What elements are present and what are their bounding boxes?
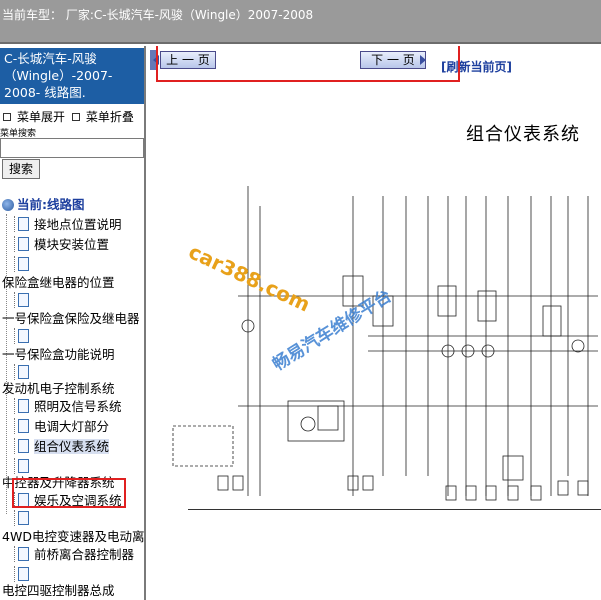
tree-item-label: 电调大灯部分 xyxy=(34,419,110,434)
tree-item-ground-points[interactable]: 接地点位置说明 xyxy=(14,216,122,234)
document-icon xyxy=(14,398,29,414)
tree-item-label: 前桥离合器控制器 xyxy=(34,547,135,562)
tree-item-label: 接地点位置说明 xyxy=(34,217,122,232)
tree-doc-spacer xyxy=(14,510,34,528)
tree-doc-spacer xyxy=(14,328,34,346)
model-title-box[interactable]: C-长城汽车-风骏（Wingle）-2007-2008- 线路图. xyxy=(0,48,144,104)
document-icon xyxy=(14,256,29,272)
tree-item-instrument-cluster[interactable]: 组合仪表系统 xyxy=(14,438,110,456)
document-icon xyxy=(14,566,29,582)
document-icon xyxy=(14,328,29,344)
tree-item-label: 一号保险盒保险及继电器 xyxy=(2,311,140,326)
document-icon xyxy=(14,236,29,252)
menu-expand-link[interactable]: 菜单展开 xyxy=(17,110,65,124)
tree-item-label-selected: 组合仪表系统 xyxy=(34,439,110,454)
current-model-title: 当前车型： 厂家:C-长城汽车-风骏（Wingle）2007-2008 xyxy=(2,8,314,22)
search-input[interactable] xyxy=(0,138,144,158)
tree-item-label: 电控四驱控制器总成 xyxy=(2,583,115,598)
tree-guide-line xyxy=(6,214,7,514)
menu-collapse-link[interactable]: 菜单折叠 xyxy=(86,110,134,124)
tree-item-label: 模块安装位置 xyxy=(34,237,110,252)
menu-toggle-line: 菜单展开 菜单折叠 xyxy=(0,108,144,126)
document-icon xyxy=(14,364,29,380)
nav-highlight-frame xyxy=(156,46,460,82)
tree-item-front-axle-clutch[interactable]: 前桥离合器控制器 xyxy=(14,546,134,564)
tree-current-label: 当前:线路图 xyxy=(17,197,85,212)
tree-item-label: 发动机电子控制系统 xyxy=(2,381,115,396)
document-icon xyxy=(14,216,29,232)
document-icon xyxy=(14,438,29,454)
page-title: 组合仪表系统 xyxy=(466,124,580,145)
tree-item-fuse-box-1[interactable]: 一号保险盒保险及继电器 xyxy=(2,310,140,328)
search-button[interactable]: 搜索 xyxy=(2,159,40,179)
document-icon xyxy=(14,510,29,526)
tree-item-module-positions[interactable]: 模块安装位置 xyxy=(14,236,109,254)
tree-item-4wd-controller[interactable]: 电控四驱控制器总成 xyxy=(2,582,115,600)
tree-item-headlamp-adjust[interactable]: 电调大灯部分 xyxy=(14,418,109,436)
tree-item-label: 照明及信号系统 xyxy=(34,399,122,414)
selected-item-highlight xyxy=(12,478,126,508)
document-icon xyxy=(14,546,29,562)
tree-doc-spacer xyxy=(14,292,34,310)
tree-item-fuse-box-1-function[interactable]: 一号保险盒功能说明 xyxy=(2,346,115,364)
sidebar: C-长城汽车-风骏（Wingle）-2007-2008- 线路图. 菜单展开 菜… xyxy=(0,46,146,600)
document-icon xyxy=(14,292,29,308)
page-bottom-rule xyxy=(188,509,601,510)
tree-item-fuse-box-positions[interactable]: 保险盒继电器的位置 xyxy=(2,274,115,292)
tree-item-4wd-transmission[interactable]: 4WD电控变速器及电动离 xyxy=(2,528,144,546)
top-bar: 当前车型： 厂家:C-长城汽车-风骏（Wingle）2007-2008 xyxy=(0,0,601,44)
diagram-viewer: 上 一 页 下 一 页 [刷新当前页] 组合仪表系统 car388.com 畅易… xyxy=(148,46,601,600)
expand-icon xyxy=(3,113,11,121)
tree-item-label: 4WD电控变速器及电动离 xyxy=(2,529,145,544)
tree-current-node[interactable]: 当前:线路图 xyxy=(2,196,85,214)
wiring-diagram xyxy=(172,186,598,501)
tree-item-label: 一号保险盒功能说明 xyxy=(2,347,115,362)
tree-item-label: 保险盒继电器的位置 xyxy=(2,275,115,290)
document-icon xyxy=(14,458,29,474)
tree-item-lighting[interactable]: 照明及信号系统 xyxy=(14,398,122,416)
tree-item-engine-control[interactable]: 发动机电子控制系统 xyxy=(2,380,115,398)
collapse-icon xyxy=(71,113,80,121)
document-icon xyxy=(14,418,29,434)
globe-icon xyxy=(2,199,14,211)
tree-doc-spacer xyxy=(14,256,34,274)
